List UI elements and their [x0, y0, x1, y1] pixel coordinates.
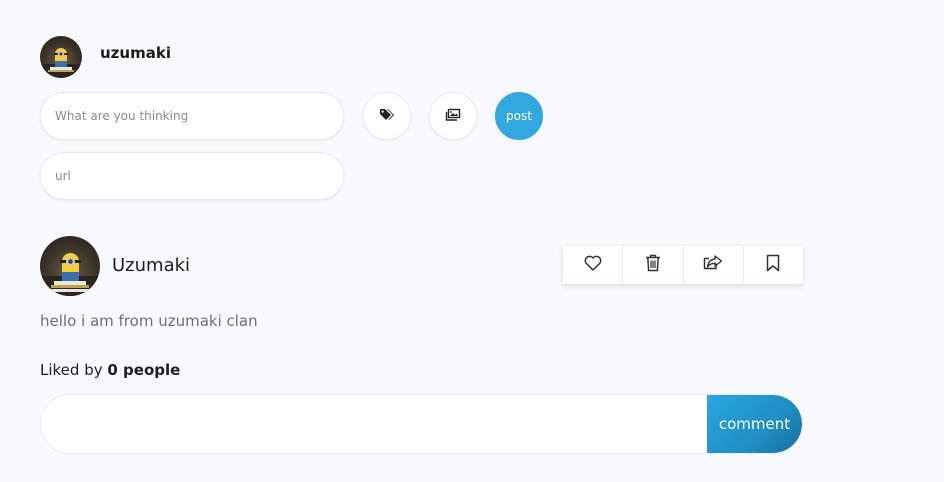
- post-text: hello i am from uzumaki clan: [40, 312, 258, 330]
- comment-box: comment: [40, 394, 803, 454]
- composer-avatar[interactable]: [40, 36, 82, 78]
- delete-button[interactable]: [623, 246, 684, 284]
- url-input[interactable]: [40, 152, 344, 200]
- post-author-avatar[interactable]: [40, 236, 100, 296]
- share-icon: [703, 254, 723, 276]
- tag-icon: [379, 107, 395, 126]
- liked-count[interactable]: 0 people: [107, 361, 180, 379]
- share-button[interactable]: [684, 246, 744, 284]
- post-button[interactable]: post: [495, 92, 543, 140]
- image-icon: [445, 107, 461, 126]
- bookmark-button[interactable]: [744, 246, 803, 284]
- comment-input[interactable]: [41, 395, 707, 453]
- comment-button[interactable]: comment: [707, 395, 802, 453]
- liked-by-line: Liked by 0 people: [40, 361, 180, 379]
- image-button[interactable]: [429, 92, 477, 140]
- bookmark-icon: [766, 254, 780, 276]
- heart-icon: [584, 255, 602, 275]
- thought-input[interactable]: [40, 92, 344, 140]
- post-action-bar: [563, 246, 803, 284]
- liked-by-label: Liked by: [40, 361, 103, 379]
- tag-button[interactable]: [363, 92, 411, 140]
- trash-icon: [645, 254, 661, 276]
- post-author-name[interactable]: Uzumaki: [112, 255, 190, 276]
- like-button[interactable]: [563, 246, 624, 284]
- composer-username: uzumaki: [100, 44, 171, 62]
